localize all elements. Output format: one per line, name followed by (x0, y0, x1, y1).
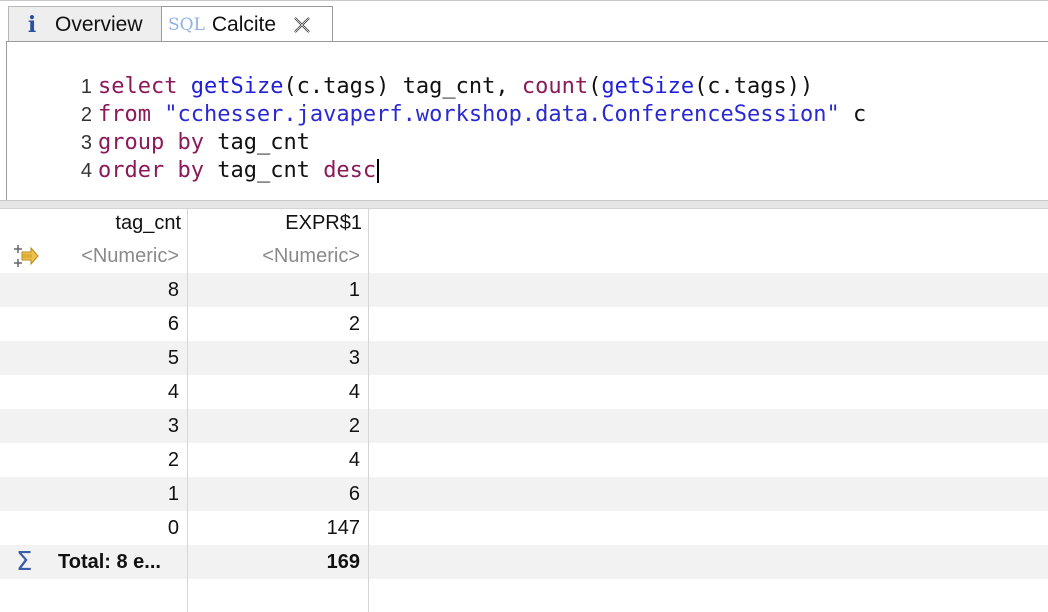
table-row[interactable]: 6 2 (0, 307, 1048, 341)
cell-tag-cnt: 4 (167, 381, 179, 403)
sql-keyword: order (97, 158, 165, 183)
total-row: Σ Total: 8 e... 169 (0, 545, 1048, 579)
filter-cell-expr1[interactable]: <Numeric> (187, 239, 368, 273)
column-header-tag-cnt[interactable]: tag_cnt (0, 209, 187, 239)
cell-tag-cnt: 5 (167, 347, 179, 369)
filter-row: <Numeric> <Numeric> (0, 239, 1048, 273)
column-divider[interactable] (368, 209, 369, 612)
text-cursor (377, 159, 380, 183)
pane-splitter[interactable] (0, 200, 1048, 209)
tab-calcite-label: Calcite (211, 12, 277, 36)
cell-expr1: 147 (326, 517, 360, 539)
cell-expr1: 3 (348, 347, 360, 369)
column-divider[interactable] (187, 209, 188, 612)
close-icon[interactable] (292, 15, 312, 35)
cell-expr1: 2 (348, 313, 360, 335)
table-row[interactable]: 5 3 (0, 341, 1048, 375)
sql-keyword: by (177, 158, 204, 183)
editor-tab-bar: i Overview SQL Calcite (0, 0, 1048, 42)
table-row[interactable]: 8 1 (0, 273, 1048, 307)
table-row[interactable]: 0 147 (0, 511, 1048, 545)
info-icon: i (27, 11, 37, 38)
tab-overview-label: Overview (55, 12, 143, 36)
code-line-2: 2 from "cchesser.javaperf.workshop.data.C… (7, 73, 866, 127)
cell-tag-cnt: 0 (167, 517, 179, 539)
sql-text: c (839, 102, 867, 127)
tab-calcite[interactable]: SQL Calcite (161, 6, 333, 42)
table-row[interactable]: 2 4 (0, 443, 1048, 477)
cell-expr1: 4 (348, 449, 360, 471)
code-line-4: 4 order by tag_cnt desc (7, 129, 380, 183)
sql-icon: SQL (168, 14, 205, 35)
column-header-expr1[interactable]: EXPR$1 (187, 209, 368, 239)
filter-cell-tag-cnt[interactable]: <Numeric> (0, 239, 187, 273)
cell-tag-cnt: 2 (167, 449, 179, 471)
cell-expr1: 1 (348, 279, 360, 301)
cell-tag-cnt: 3 (167, 415, 179, 437)
sql-text: tag_cnt (203, 158, 324, 183)
result-grid: tag_cnt EXPR$1 <Numeric> <Numeric> 8 1 6… (0, 209, 1048, 612)
cell-expr1: 6 (348, 483, 360, 505)
cell-expr1: 4 (348, 381, 360, 403)
code-line-3: 3 group by tag_cnt (7, 101, 310, 155)
tab-overview[interactable]: i Overview (8, 6, 161, 42)
table-row[interactable]: 1 6 (0, 477, 1048, 511)
cell-tag-cnt: 1 (167, 483, 179, 505)
table-row[interactable]: 3 2 (0, 409, 1048, 443)
sql-keyword: desc (323, 158, 377, 183)
total-label: Total: 8 e... (58, 551, 161, 573)
table-row[interactable]: 4 4 (0, 375, 1048, 409)
sql-editor[interactable]: 1 select getSize(c.tags) tag_cnt, count(g… (6, 41, 1048, 200)
cell-tag-cnt: 6 (167, 313, 179, 335)
cell-tag-cnt: 8 (167, 279, 179, 301)
code-line-1: 1 select getSize(c.tags) tag_cnt, count(g… (7, 45, 813, 99)
total-value: 169 (326, 551, 360, 573)
cell-expr1: 2 (348, 415, 360, 437)
line-number: 4 (80, 160, 92, 182)
